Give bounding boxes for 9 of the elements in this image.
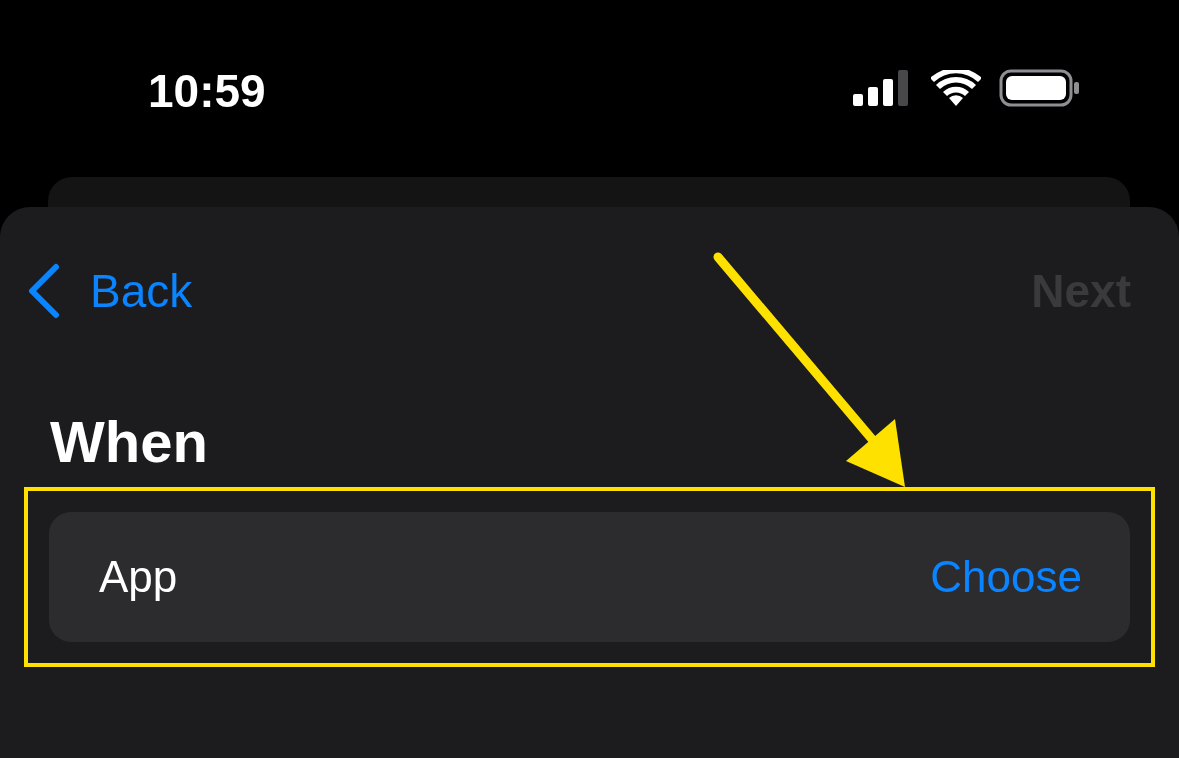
list-row[interactable]: App Choose xyxy=(49,511,1130,642)
status-time: 10:59 xyxy=(148,64,266,118)
row-label: App xyxy=(99,551,178,602)
section-title: When xyxy=(50,408,209,476)
wifi-icon xyxy=(931,70,981,106)
choose-link[interactable]: Choose xyxy=(930,551,1082,602)
back-button[interactable]: Back xyxy=(26,263,193,319)
chevron-left-icon xyxy=(26,263,62,319)
battery-icon xyxy=(999,69,1081,107)
